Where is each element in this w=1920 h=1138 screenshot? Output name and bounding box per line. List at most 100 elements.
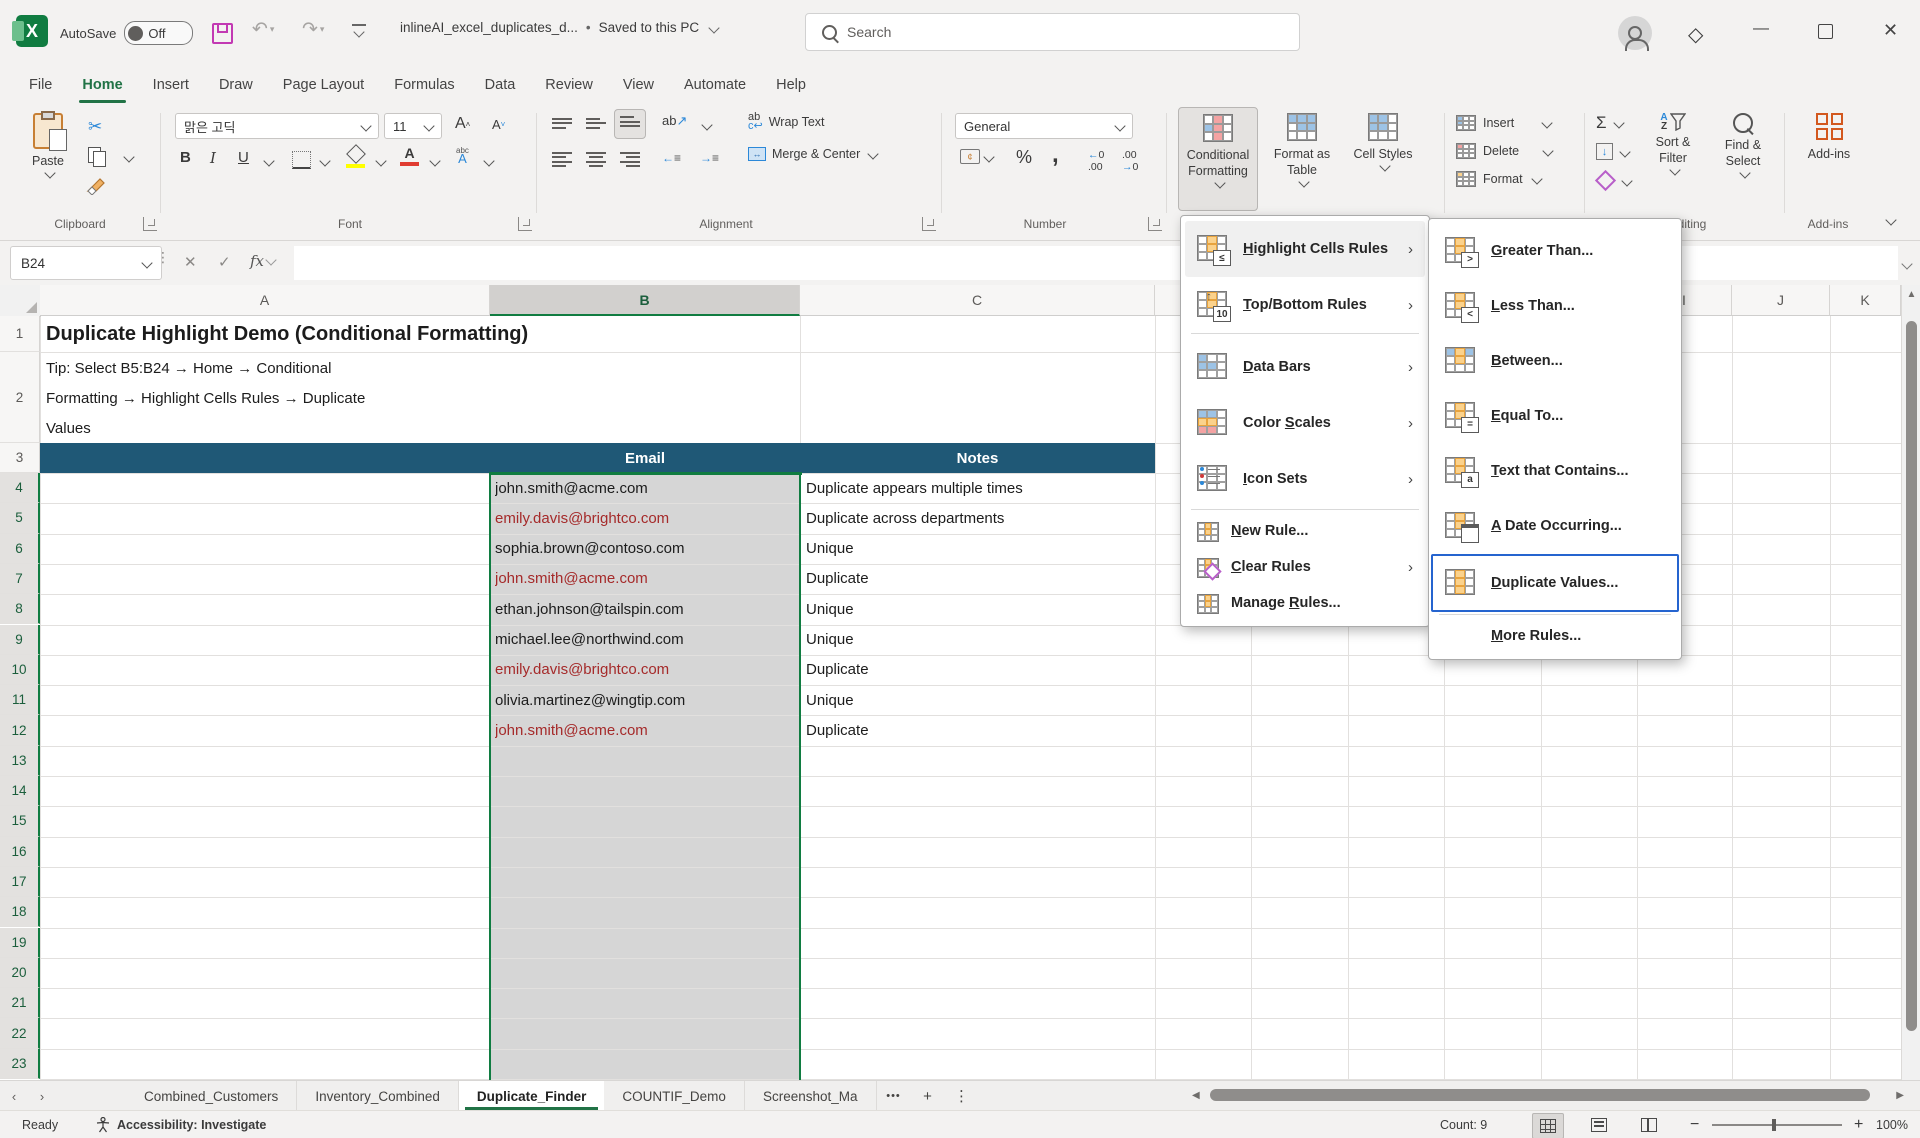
next-sheet-button[interactable]: › bbox=[28, 1081, 56, 1111]
increase-decimal-button[interactable]: ←0.00 bbox=[1088, 149, 1104, 173]
number-dialog-launcher[interactable] bbox=[1148, 217, 1162, 231]
row-header-6[interactable]: 6 bbox=[0, 534, 40, 564]
close-button[interactable]: ✕ bbox=[1883, 20, 1898, 41]
row-header-9[interactable]: 9 bbox=[0, 625, 40, 655]
percent-style-button[interactable]: % bbox=[1016, 147, 1032, 168]
undo-button[interactable]: ↶▾ bbox=[252, 18, 274, 41]
normal-view-button[interactable] bbox=[1532, 1113, 1564, 1138]
name-box[interactable]: B24 bbox=[10, 246, 162, 280]
chevron-down-icon[interactable] bbox=[263, 155, 274, 166]
menu-item-top-bottom-rules[interactable]: ↑10Top/Bottom Rules› bbox=[1185, 277, 1425, 333]
copy-button[interactable] bbox=[88, 147, 101, 163]
decrease-indent-button[interactable]: ←≡ bbox=[662, 151, 681, 165]
vertical-scrollbar[interactable]: ▲ bbox=[1901, 285, 1920, 1080]
zoom-in-button[interactable]: + bbox=[1854, 1111, 1863, 1138]
document-title[interactable]: inlineAI_excel_duplicates_d... bbox=[400, 20, 578, 35]
email-cell[interactable]: olivia.martinez@wingtip.com bbox=[495, 685, 795, 715]
delete-cells-button[interactable]: Delete bbox=[1456, 143, 1552, 159]
column-header-k[interactable]: K bbox=[1830, 285, 1901, 316]
zoom-level[interactable]: 100% bbox=[1876, 1111, 1908, 1138]
row-header-8[interactable]: 8 bbox=[0, 594, 40, 624]
customize-qat-button[interactable] bbox=[352, 24, 366, 36]
cut-button[interactable]: ✂ bbox=[88, 117, 102, 137]
select-all-corner[interactable] bbox=[0, 285, 41, 317]
font-size-select[interactable]: 11 bbox=[384, 113, 442, 139]
chevron-down-icon[interactable] bbox=[375, 155, 386, 166]
chevron-down-icon[interactable] bbox=[429, 155, 440, 166]
cancel-button[interactable]: ✕ bbox=[184, 253, 197, 271]
fill-button[interactable]: ↓ bbox=[1596, 143, 1629, 160]
tab-page-layout[interactable]: Page Layout bbox=[268, 64, 379, 105]
menu-item-new-rule[interactable]: New Rule... bbox=[1185, 513, 1425, 549]
note-cell[interactable]: Duplicate bbox=[806, 715, 1151, 745]
tab-automate[interactable]: Automate bbox=[669, 64, 761, 105]
accounting-format-button[interactable]: ¢ bbox=[960, 149, 993, 164]
row-header-16[interactable]: 16 bbox=[0, 837, 40, 867]
row-header-21[interactable]: 21 bbox=[0, 988, 40, 1018]
orientation-button[interactable]: ab↗ bbox=[662, 113, 687, 129]
cell-styles-button[interactable]: Cell Styles bbox=[1348, 113, 1418, 170]
clipboard-dialog-launcher[interactable] bbox=[143, 217, 157, 231]
submenu-item-equal-to[interactable]: =Equal To... bbox=[1433, 388, 1677, 443]
row-header-14[interactable]: 14 bbox=[0, 776, 40, 806]
email-cell[interactable]: john.smith@acme.com bbox=[495, 564, 795, 594]
sheet-tab-duplicate_finder[interactable]: Duplicate_Finder bbox=[459, 1081, 605, 1111]
horizontal-scrollbar[interactable]: ◀ ▶ bbox=[1192, 1086, 1904, 1104]
tab-file[interactable]: File bbox=[14, 64, 67, 105]
page-layout-view-button[interactable] bbox=[1584, 1113, 1614, 1137]
align-bottom-button[interactable] bbox=[614, 109, 646, 139]
fill-color-button[interactable] bbox=[346, 147, 365, 168]
submenu-item-less-than[interactable]: <Less Than... bbox=[1433, 278, 1677, 333]
sheet-tab-countif_demo[interactable]: COUNTIF_Demo bbox=[604, 1081, 745, 1111]
row-header-23[interactable]: 23 bbox=[0, 1049, 40, 1079]
align-left-button[interactable] bbox=[552, 149, 572, 170]
column-header-b[interactable]: B bbox=[490, 285, 800, 316]
account-avatar[interactable] bbox=[1618, 16, 1652, 50]
search-bar[interactable]: Search bbox=[805, 13, 1300, 51]
submenu-item-between[interactable]: Between... bbox=[1433, 333, 1677, 388]
chevron-down-icon[interactable] bbox=[483, 155, 494, 166]
accessibility-status[interactable]: Accessibility: Investigate bbox=[96, 1111, 266, 1138]
wrap-text-button[interactable]: abc↩ Wrap Text bbox=[748, 113, 825, 131]
underline-button[interactable]: U bbox=[238, 149, 249, 166]
menu-item-data-bars[interactable]: Data Bars› bbox=[1185, 339, 1425, 395]
conditional-formatting-button[interactable]: Conditional Formatting bbox=[1178, 107, 1258, 211]
align-center-button[interactable] bbox=[586, 149, 606, 170]
menu-item-manage-rules[interactable]: Manage Rules... bbox=[1185, 585, 1425, 621]
note-cell[interactable]: Duplicate bbox=[806, 564, 1151, 594]
sheet-options-button[interactable]: ⋮ bbox=[945, 1081, 979, 1111]
zoom-slider[interactable] bbox=[1712, 1111, 1842, 1138]
chevron-down-icon[interactable] bbox=[319, 155, 330, 166]
premium-gem-icon[interactable]: ◇ bbox=[1688, 22, 1703, 47]
format-cells-button[interactable]: Format bbox=[1456, 171, 1541, 187]
save-button[interactable] bbox=[212, 23, 233, 44]
note-cell[interactable]: Unique bbox=[806, 534, 1151, 564]
italic-button[interactable]: I bbox=[210, 149, 216, 167]
align-top-button[interactable] bbox=[552, 115, 572, 131]
note-cell[interactable]: Unique bbox=[806, 625, 1151, 655]
namebox-drag-handle[interactable]: ⋮ bbox=[156, 249, 170, 266]
sheet-tab-screenshot_ma[interactable]: Screenshot_Ma bbox=[745, 1081, 877, 1111]
zoom-slider-knob[interactable] bbox=[1772, 1119, 1776, 1131]
formula-bar-expand[interactable] bbox=[1900, 257, 1911, 275]
page-break-view-button[interactable] bbox=[1634, 1113, 1664, 1137]
note-cell[interactable]: Unique bbox=[806, 685, 1151, 715]
submenu-item-more-rules[interactable]: More Rules... bbox=[1433, 618, 1677, 654]
increase-font-button[interactable]: A˄ bbox=[455, 115, 470, 133]
chevron-down-icon[interactable] bbox=[123, 151, 134, 162]
merge-center-button[interactable]: ↔ Merge & Center bbox=[748, 147, 877, 161]
tab-help[interactable]: Help bbox=[761, 64, 821, 105]
scroll-right-icon[interactable]: ▶ bbox=[1896, 1090, 1904, 1101]
saved-status[interactable]: Saved to this PC bbox=[599, 20, 700, 35]
row-header-3[interactable]: 3 bbox=[0, 443, 40, 473]
tab-draw[interactable]: Draw bbox=[204, 64, 268, 105]
number-format-select[interactable]: General bbox=[955, 113, 1133, 139]
scroll-left-icon[interactable]: ◀ bbox=[1192, 1090, 1200, 1101]
collapse-ribbon-button[interactable] bbox=[1884, 213, 1895, 231]
row-header-15[interactable]: 15 bbox=[0, 806, 40, 836]
prev-sheet-button[interactable]: ‹ bbox=[0, 1081, 28, 1111]
email-cell[interactable]: john.smith@acme.com bbox=[495, 715, 795, 745]
note-cell[interactable]: Duplicate bbox=[806, 655, 1151, 685]
tab-formulas[interactable]: Formulas bbox=[379, 64, 469, 105]
tab-view[interactable]: View bbox=[608, 64, 669, 105]
